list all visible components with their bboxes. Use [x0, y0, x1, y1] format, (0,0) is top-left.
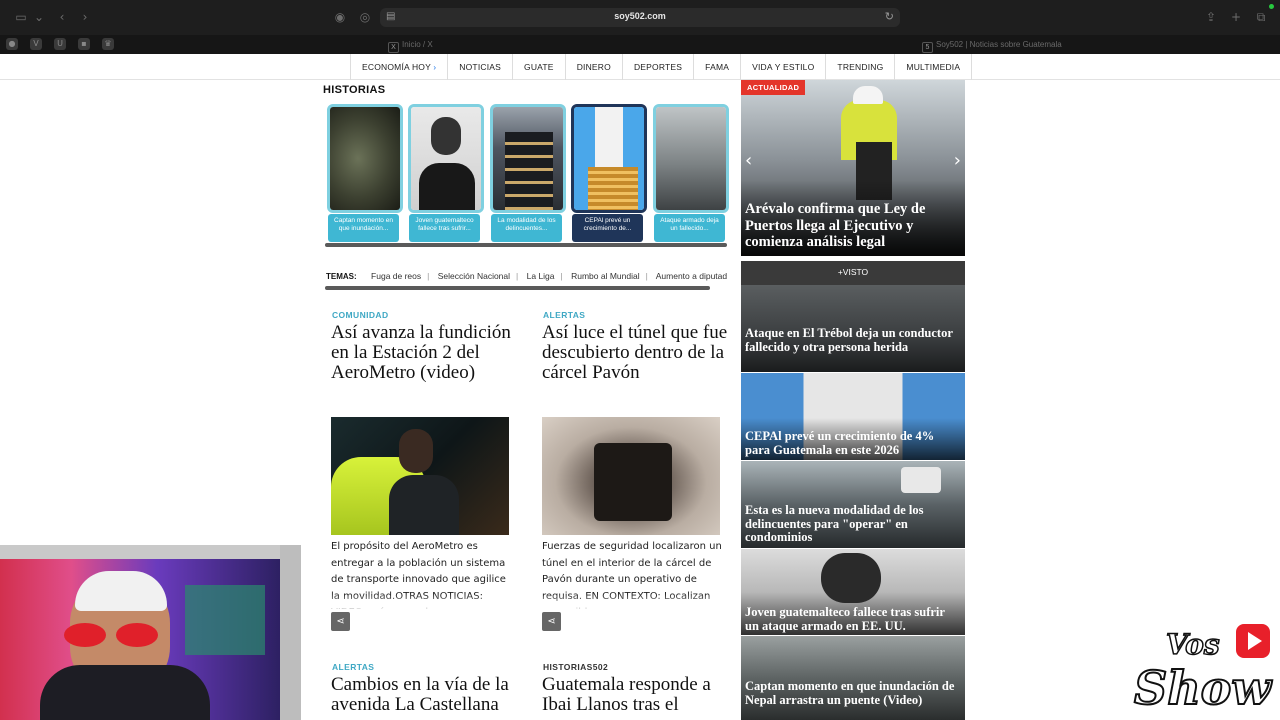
- rail-item[interactable]: Captan momento en que inundación de Nepa…: [741, 636, 965, 720]
- article-image[interactable]: [542, 417, 720, 535]
- nav-item-noticias[interactable]: NOTICIAS: [448, 54, 514, 80]
- forward-icon[interactable]: ›: [78, 10, 92, 24]
- x-logo-icon: X: [388, 42, 399, 53]
- nav-item-multimedia[interactable]: MULTIMEDIA: [895, 54, 973, 80]
- tab-bar: ● V U ▪ ♛ X Inicio / X 5 Soy502 | Noticias…: [0, 35, 1280, 54]
- chevron-down-icon[interactable]: ⌄: [32, 10, 46, 24]
- rail-title: Joven guatemalteco fallece tras sufrir u…: [745, 605, 945, 633]
- story-image: [656, 107, 726, 210]
- story-image: [330, 107, 400, 210]
- story-label[interactable]: Joven guatemalteco fallece tras sufrir..…: [409, 214, 480, 242]
- historias-heading: HISTORIAS: [323, 84, 386, 96]
- article-category[interactable]: COMUNIDAD: [332, 310, 388, 320]
- chevron-right-icon: ›: [433, 63, 437, 72]
- pinned-tab-icon[interactable]: ●: [6, 38, 18, 50]
- nav-item-economia-hoy[interactable]: ECONOMÍA HOY ›: [350, 54, 449, 80]
- story-thumbnail[interactable]: [653, 104, 729, 213]
- hero-carousel[interactable]: ACTUALIDAD ‹ › Arévalo confirma que Ley …: [741, 80, 965, 256]
- reader-icon[interactable]: ◎: [358, 10, 372, 24]
- back-icon[interactable]: ‹: [55, 10, 69, 24]
- tema-link[interactable]: La Liga: [527, 271, 555, 281]
- soy502-icon: 5: [922, 42, 933, 53]
- nav-item-dinero[interactable]: DINERO: [566, 54, 623, 80]
- new-tab-icon[interactable]: +: [1229, 10, 1243, 24]
- logo-text-vos: Vos: [1166, 628, 1220, 661]
- nav-item-guate[interactable]: GUATE: [513, 54, 566, 80]
- logo-text-show: Show: [1134, 661, 1272, 715]
- temas-scrollbar[interactable]: [325, 286, 710, 290]
- tab-x[interactable]: X Inicio / X: [388, 35, 698, 54]
- hero-badge: ACTUALIDAD: [741, 80, 806, 95]
- url-text: soy502.com: [614, 11, 666, 21]
- share-icon[interactable]: ⋖: [331, 612, 350, 631]
- article-category[interactable]: ALERTAS: [332, 662, 374, 672]
- tema-link[interactable]: Aumento a diputad: [656, 271, 727, 281]
- nav-item-vida-y-estilo[interactable]: VIDA Y ESTILO: [741, 54, 827, 80]
- rail-title: Esta es la nueva modalidad de los delinc…: [745, 503, 924, 544]
- story-image: [493, 107, 563, 210]
- pinned-tab-icon[interactable]: V: [30, 38, 42, 50]
- rail-title: Ataque en El Trébol deja un conductor fa…: [745, 326, 953, 354]
- nav-item-fama[interactable]: FAMA: [694, 54, 742, 80]
- nav-item-trending[interactable]: TRENDING: [826, 54, 896, 80]
- story-label[interactable]: Ataque armado deja un fallecido...: [654, 214, 725, 242]
- excerpt-fade: [542, 594, 722, 620]
- article-category[interactable]: ALERTAS: [543, 310, 585, 320]
- carousel-next-icon[interactable]: ›: [954, 150, 961, 171]
- tab-label: Inicio / X: [402, 40, 433, 49]
- status-dot: [1269, 4, 1274, 9]
- shield-icon[interactable]: ◉: [333, 10, 347, 24]
- tab-overview-icon[interactable]: ⧉: [1254, 10, 1268, 24]
- share-icon[interactable]: ⋖: [542, 612, 561, 631]
- pinned-tab-icon[interactable]: U: [54, 38, 66, 50]
- story-thumbnail[interactable]: [408, 104, 484, 213]
- share-icon[interactable]: ⇪: [1204, 10, 1218, 24]
- tema-link[interactable]: Fuga de reos: [371, 271, 421, 281]
- article-title[interactable]: Así avanza la fundición en la Estación 2…: [331, 323, 521, 383]
- rail-title: Captan momento en que inundación de Nepa…: [745, 679, 955, 707]
- story-image: [411, 107, 481, 210]
- nav-label: ECONOMÍA HOY: [362, 62, 431, 72]
- article-title[interactable]: Así luce el túnel que fue descubierto de…: [542, 323, 732, 383]
- rail-item[interactable]: Esta es la nueva modalidad de los delinc…: [741, 461, 965, 548]
- story-image: [574, 107, 644, 210]
- sidebar-toggle-icon[interactable]: ▭: [14, 10, 28, 24]
- hero-title[interactable]: Arévalo confirma que Ley de Puertos lleg…: [745, 201, 961, 251]
- excerpt-fade: [331, 594, 511, 620]
- temas-bar: TEMAS: Fuga de reos | Selección Nacional |…: [326, 271, 728, 281]
- stories-scrollbar[interactable]: [325, 243, 727, 247]
- story-label[interactable]: Captan momento en que inundación...: [328, 214, 399, 242]
- temas-label: TEMAS:: [326, 272, 357, 281]
- vos-show-logo: Vos Show: [1128, 618, 1278, 720]
- article-image[interactable]: [331, 417, 509, 535]
- reload-icon[interactable]: ↻: [885, 10, 894, 23]
- tema-link[interactable]: Rumbo al Mundial: [571, 271, 640, 281]
- rail-title: CEPAl prevé un crecimiento de 4% para Gu…: [745, 429, 935, 457]
- story-thumbnail[interactable]: [327, 104, 403, 213]
- story-thumbnail[interactable]: [571, 104, 647, 213]
- carousel-prev-icon[interactable]: ‹: [745, 150, 752, 171]
- webcam-overlay: [0, 545, 301, 720]
- pinned-tab-icon[interactable]: ♛: [102, 38, 114, 50]
- tema-link[interactable]: Selección Nacional: [438, 271, 510, 281]
- address-bar[interactable]: ▤ soy502.com ↻: [380, 8, 900, 27]
- story-label[interactable]: CEPAl prevé un crecimiento de...: [572, 214, 643, 242]
- nav-item-deportes[interactable]: DEPORTES: [623, 54, 695, 80]
- rail-item[interactable]: Joven guatemalteco fallece tras sufrir u…: [741, 549, 965, 635]
- mas-visto-header: +VISTO: [741, 261, 965, 285]
- tab-label: Soy502 | Noticias sobre Guatemala: [936, 40, 1062, 49]
- article-title[interactable]: Cambios en la vía de la avenida La Caste…: [331, 675, 521, 715]
- browser-toolbar: ▭ ⌄ ‹ › ◉ ◎ ▤ soy502.com ↻ ⇪ + ⧉: [0, 0, 1280, 35]
- tab-soy502[interactable]: 5 Soy502 | Noticias sobre Guatemala: [922, 35, 1222, 54]
- rail-item[interactable]: Ataque en El Trébol deja un conductor fa…: [741, 285, 965, 372]
- article-category[interactable]: HISTORIAS502: [543, 662, 608, 672]
- story-thumbnail[interactable]: [490, 104, 566, 213]
- story-label[interactable]: La modalidad de los delincuentes...: [491, 214, 562, 242]
- site-navigation: ECONOMÍA HOY › NOTICIAS GUATE DINERO DEP…: [0, 54, 1280, 80]
- pinned-tab-icon[interactable]: ▪: [78, 38, 90, 50]
- article-title[interactable]: Guatemala responde a Ibai Llanos tras el: [542, 675, 732, 715]
- rail-item[interactable]: CEPAl prevé un crecimiento de 4% para Gu…: [741, 373, 965, 460]
